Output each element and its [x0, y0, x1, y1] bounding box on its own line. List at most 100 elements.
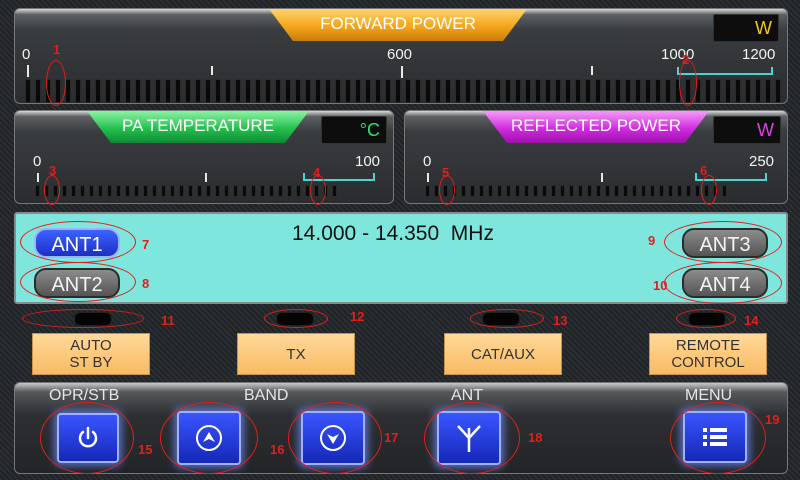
annotation-ellipse — [160, 402, 258, 474]
meter-segment — [35, 79, 41, 103]
meter-segment — [575, 79, 581, 103]
meter-segment — [85, 79, 91, 103]
frequency-range: 14.000 - 14.350 MHz — [292, 222, 494, 245]
meter-segment — [755, 79, 761, 103]
meter-segment — [497, 185, 502, 197]
meter-segment — [278, 185, 283, 197]
pa-temperature-unit: °C — [321, 116, 387, 144]
meter-segment — [215, 79, 221, 103]
pa-temperature-meter: PA TEMPERATURE °C 0 100 — [14, 110, 394, 204]
meter-segment — [485, 79, 491, 103]
meter-segment — [625, 79, 631, 103]
meter-segment — [470, 185, 475, 197]
meter-segment — [560, 185, 565, 197]
meter-segment — [89, 185, 94, 197]
remote-control-label: REMOTE CONTROL — [671, 337, 745, 371]
meter-segment — [715, 79, 721, 103]
meter-segment — [488, 185, 493, 197]
annotation-number: 16 — [270, 442, 285, 457]
meter-segment — [260, 185, 265, 197]
annotation-number: 18 — [528, 430, 543, 445]
forward-power-unit: W — [713, 14, 779, 42]
meter-segment — [578, 185, 583, 197]
meter-segment — [152, 185, 157, 197]
cat-aux-button[interactable]: CAT/AUX — [444, 333, 562, 375]
meter-segment — [745, 79, 751, 103]
meter-segment — [105, 79, 111, 103]
meter-segment — [545, 79, 551, 103]
meter-segment — [251, 185, 256, 197]
meter-segment — [296, 185, 301, 197]
meter-segment — [632, 185, 637, 197]
meter-segment — [265, 79, 271, 103]
meter-segment — [295, 79, 301, 103]
meter-segment — [275, 79, 281, 103]
annotation-ellipse — [664, 221, 782, 263]
meter-segment — [179, 185, 184, 197]
meter-segment — [605, 185, 610, 197]
meter-segment — [505, 79, 511, 103]
scale-tick — [27, 65, 29, 77]
annotation-number: 12 — [350, 309, 365, 324]
meter-segment — [551, 185, 556, 197]
meter-segment — [596, 185, 601, 197]
meter-segment — [62, 185, 67, 197]
scale-label-100: 100 — [355, 153, 381, 170]
meter-segment — [206, 185, 211, 197]
meter-segment — [668, 185, 673, 197]
meter-segment — [269, 185, 274, 197]
annotation-number: 17 — [384, 430, 399, 445]
meter-segment — [614, 185, 619, 197]
annotation-number: 5 — [442, 165, 450, 180]
meter-segment — [425, 185, 430, 197]
annotation-number: 8 — [142, 276, 150, 291]
annotation-ellipse — [44, 175, 60, 205]
scale-label-0: 0 — [22, 46, 31, 63]
meter-segment — [116, 185, 121, 197]
tx-label: TX — [286, 345, 306, 363]
scale-tick — [601, 173, 603, 182]
annotation-number: 13 — [553, 313, 568, 328]
auto-standby-button[interactable]: AUTO ST BY — [32, 333, 150, 375]
annotation-ellipse — [470, 309, 544, 328]
meter-segment — [95, 79, 101, 103]
meter-segment — [515, 79, 521, 103]
meter-segment — [345, 79, 351, 103]
meter-segment — [659, 185, 664, 197]
meter-segment — [80, 185, 85, 197]
meter-segment — [145, 79, 151, 103]
meter-segment — [565, 79, 571, 103]
annotation-number: 10 — [653, 278, 668, 293]
meter-segment — [655, 79, 661, 103]
meter-segment — [775, 79, 781, 103]
meter-segment — [71, 185, 76, 197]
meter-segment — [375, 79, 381, 103]
scale-label-250: 250 — [749, 153, 775, 170]
scale-tick — [427, 173, 429, 182]
forward-power-title: FORWARD POWER — [269, 9, 527, 41]
meter-segment — [722, 185, 727, 197]
scale-tick — [211, 66, 213, 75]
annotation-ellipse — [701, 175, 717, 205]
meter-segment — [465, 79, 471, 103]
annotation-number: 11 — [161, 313, 175, 328]
scale-label-0: 0 — [423, 153, 432, 170]
meter-segment — [225, 79, 231, 103]
meter-segment — [305, 79, 311, 103]
auto-standby-label: AUTO ST BY — [69, 337, 113, 371]
band-label: BAND — [244, 387, 289, 404]
meter-segment — [595, 79, 601, 103]
annotation-ellipse — [22, 309, 144, 328]
meter-segment — [405, 79, 411, 103]
scale-tick — [37, 173, 39, 182]
remote-control-button[interactable]: REMOTE CONTROL — [649, 333, 767, 375]
meter-segment — [215, 185, 220, 197]
annotation-ellipse — [288, 402, 382, 474]
meter-segment — [765, 79, 771, 103]
reflected-power-unit: W — [713, 116, 781, 144]
meter-segment — [524, 185, 529, 197]
meter-segment — [155, 79, 161, 103]
reflected-power-bar — [425, 185, 727, 197]
tx-button[interactable]: TX — [237, 333, 355, 375]
meter-segment — [185, 79, 191, 103]
